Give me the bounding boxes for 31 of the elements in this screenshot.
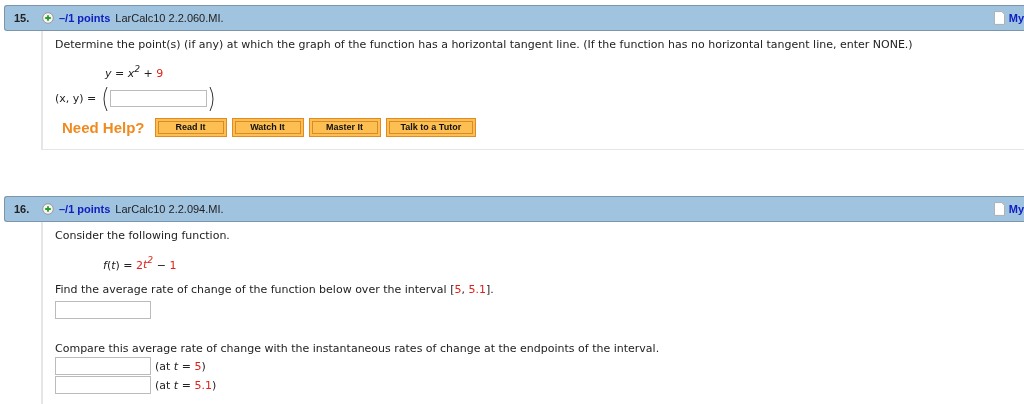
help-button[interactable]: Watch It	[231, 117, 304, 137]
field-label: (at t = 5.1)	[155, 378, 217, 392]
answer-field[interactable]	[55, 376, 151, 395]
answer-field[interactable]	[55, 357, 151, 376]
question-source: LarCalc10 2.2.060.MI.	[115, 12, 224, 24]
left-parenthesis-icon	[100, 85, 109, 112]
points-label: –/1 points	[59, 12, 111, 24]
answer-field[interactable]	[110, 90, 208, 108]
points-label: –/1 points	[59, 202, 111, 215]
help-button[interactable]: Talk to a Tutor	[385, 117, 477, 137]
question-text: Find the average rate of change of the function below over the interval [5, 5.1].	[55, 282, 495, 299]
document-icon[interactable]	[993, 201, 1005, 216]
help-button[interactable]: Read It	[154, 117, 227, 137]
question-text: Compare this average rate of change with the instantaneous rates of change at the endpoints of the interval.	[55, 341, 661, 358]
my-notes-link[interactable]: My	[1008, 202, 1024, 215]
question-source: LarCalc10 2.2.094.MI.	[115, 202, 224, 215]
question-text: Determine the point(s) (if any) at which the graph of the function has a horizontal tangent line. (If the function has no horizontal tangent line, enter NONE.)	[55, 37, 914, 53]
document-icon[interactable]	[993, 11, 1005, 25]
question-text: Consider the following function.	[55, 227, 231, 244]
question-number: 15.	[13, 12, 31, 24]
help-button[interactable]: Master It	[308, 117, 381, 137]
field-label: (at t = 5)	[155, 359, 206, 373]
answer-field[interactable]	[55, 301, 151, 320]
expand-icon[interactable]	[42, 202, 54, 215]
equation: f(t) = 2t$^{2}$ − 1	[103, 253, 178, 274]
equation: y = x$^{2}$ + 9	[105, 62, 165, 82]
question-number: 16.	[13, 202, 31, 215]
my-notes-link[interactable]: My	[1008, 12, 1024, 24]
expand-icon[interactable]	[42, 12, 54, 24]
point-label: (x, y) =	[55, 92, 97, 106]
need-help-label: Need Help?	[62, 118, 145, 136]
